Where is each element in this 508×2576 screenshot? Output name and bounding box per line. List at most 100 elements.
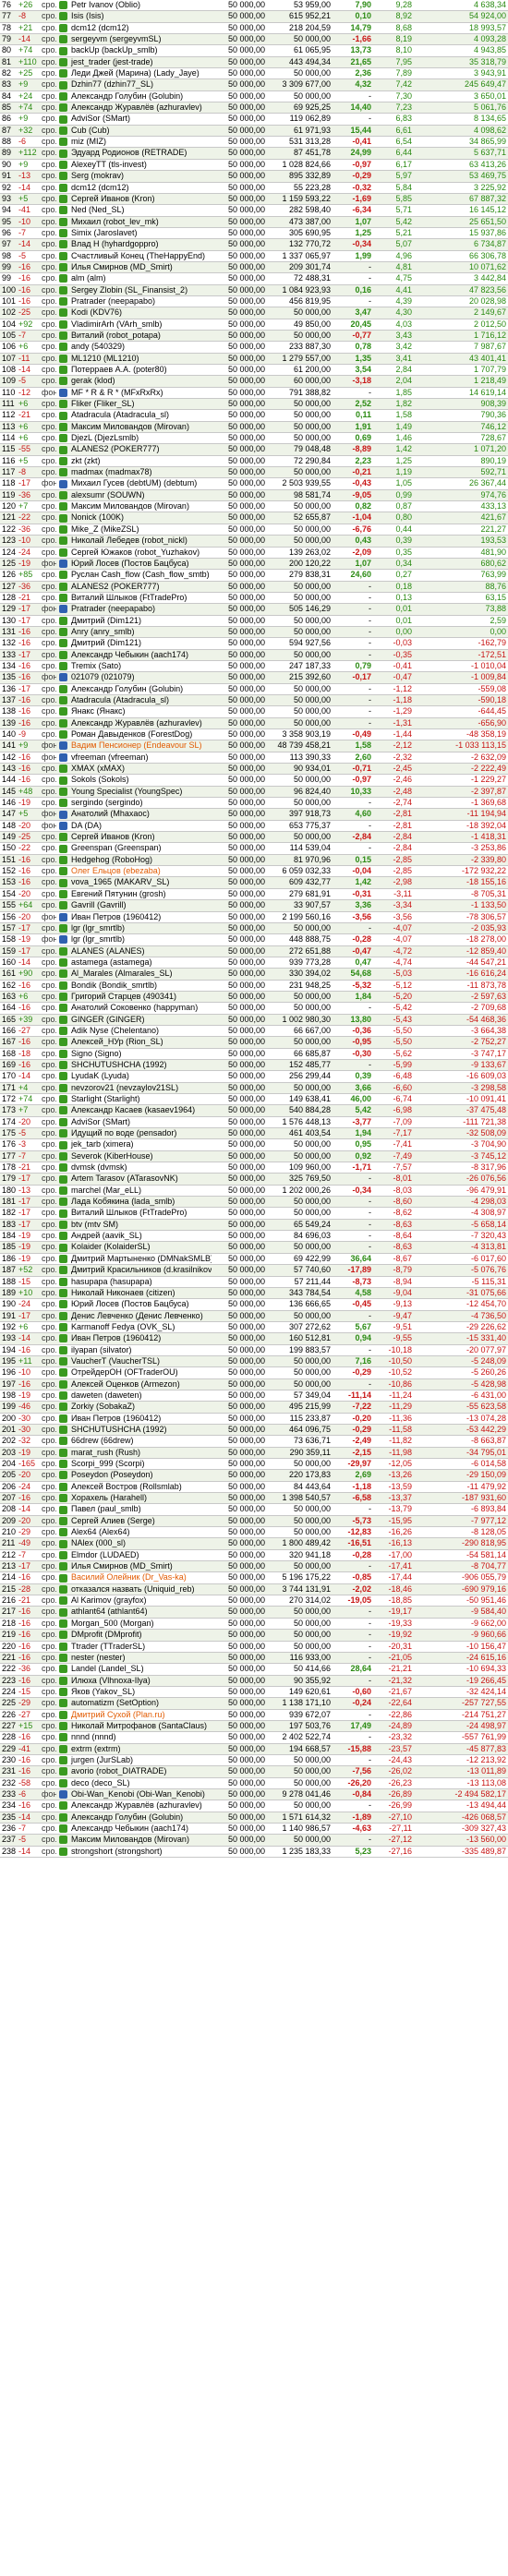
- strategy-name-link[interactable]: Максим Миловандов (Mirovan): [69, 1834, 212, 1847]
- strategy-name-link[interactable]: astamega (astamega): [69, 957, 212, 969]
- strategy-name-link[interactable]: Nonick (100K): [69, 512, 212, 524]
- strategy-name-link[interactable]: Fliker (Fliker_SL): [69, 398, 212, 411]
- strategy-name-link[interactable]: daweten (daweten): [69, 1390, 212, 1402]
- strategy-name-link[interactable]: Сергей Иванов (Kron): [69, 831, 212, 844]
- strategy-name-link[interactable]: avorio (robot_DIATRADE): [69, 1765, 212, 1778]
- strategy-name-link[interactable]: Artem Tarasov (ATarasovNK): [69, 1173, 212, 1186]
- strategy-name-link[interactable]: vfreeman (vfreeman): [69, 752, 212, 764]
- strategy-name-link[interactable]: marchel (Mar_eLL): [69, 1185, 212, 1198]
- strategy-name-link[interactable]: Анатолий Соковенко (happyman): [69, 1002, 212, 1015]
- strategy-name-link[interactable]: nester (nester): [69, 1652, 212, 1665]
- strategy-name-link[interactable]: Александр Журавлёв (azhuravlev): [69, 102, 212, 114]
- strategy-name-link[interactable]: ilyapan (silvator): [69, 1344, 212, 1356]
- strategy-name-link[interactable]: Александр Голубин (Golubin): [69, 683, 212, 695]
- strategy-name-link[interactable]: Григорий Старцев (490341): [69, 991, 212, 1004]
- strategy-name-link[interactable]: Дмитрий Сухой (Plan.ru): [69, 1709, 212, 1721]
- strategy-name-link[interactable]: Isis (Isis): [69, 10, 212, 23]
- strategy-name-link[interactable]: Дмитрий Мартыненко (DMNakSMLB): [69, 1253, 212, 1266]
- strategy-name-link[interactable]: dcm12 (dcm12): [69, 22, 212, 35]
- strategy-name-link[interactable]: strongshort (strongshort): [69, 1846, 212, 1859]
- strategy-name-link[interactable]: SHCHUTUSHCHA (1992): [69, 1424, 212, 1437]
- strategy-name-link[interactable]: extrm (extrm): [69, 1743, 212, 1755]
- strategy-name-link[interactable]: Simix (Jaroslavet): [69, 227, 212, 240]
- strategy-name-link[interactable]: madmax (madmax78): [69, 466, 212, 479]
- strategy-name-link[interactable]: sergeyvm (sergeyvmSL): [69, 33, 212, 46]
- strategy-name-link[interactable]: Bondik (Bondik_smrtlb): [69, 980, 212, 992]
- strategy-name-link[interactable]: Счастливый Конец (TheHappyEnd): [69, 250, 212, 262]
- strategy-name-link[interactable]: Павел (paul_smlb): [69, 1503, 212, 1516]
- strategy-name-link[interactable]: ОтрейдерОН (OFTraderOU): [69, 1366, 212, 1379]
- strategy-name-link[interactable]: Kolaider (KolaiderSL): [69, 1241, 212, 1254]
- strategy-name-link[interactable]: Олег Ельцов (ebezaba): [69, 865, 212, 878]
- strategy-name-link[interactable]: Евгений Пятунин (grosh): [69, 888, 212, 901]
- strategy-name-link[interactable]: jurgen (JurSLab): [69, 1754, 212, 1767]
- strategy-name-link[interactable]: Obi-Wan_Kenobi (Obi-Wan_Kenobi): [69, 1788, 212, 1801]
- strategy-name-link[interactable]: Dzhin77 (dzhin77_SL): [69, 78, 212, 91]
- strategy-name-link[interactable]: Young Specialist (YoungSpec): [69, 786, 212, 799]
- strategy-name-link[interactable]: Zorkiy (SobakaZ): [69, 1401, 212, 1414]
- strategy-name-link[interactable]: Александр Голубин (Golubin): [69, 90, 212, 103]
- strategy-name-link[interactable]: Юрий Лосев (Постов Бацбуса): [69, 558, 212, 571]
- strategy-name-link[interactable]: DA (DA): [69, 820, 212, 833]
- strategy-name-link[interactable]: Иван Петров (1960412): [69, 1413, 212, 1425]
- strategy-name-link[interactable]: Николай Лебедев (robot_nickl): [69, 535, 212, 548]
- strategy-name-link[interactable]: Илья Смирнов (MD_Smirt): [69, 1560, 212, 1573]
- strategy-name-link[interactable]: MF * R & R * (MFxRxRx): [69, 387, 212, 400]
- strategy-name-link[interactable]: Al_Marales (Almarales_SL): [69, 968, 212, 981]
- strategy-name-link[interactable]: dcm12 (dcm12): [69, 182, 212, 194]
- strategy-name-link[interactable]: lgr (lgr_smrtlb): [69, 933, 212, 946]
- strategy-name-link[interactable]: Ned (Ned_SL): [69, 204, 212, 217]
- strategy-name-link[interactable]: alm (alm): [69, 272, 212, 285]
- strategy-name-link[interactable]: Алексей Оценков (Armezon): [69, 1378, 212, 1390]
- strategy-name-link[interactable]: Илья Смирнов (MD_Smirt): [69, 261, 212, 274]
- strategy-name-link[interactable]: Алексей_НУр (Rion_SL): [69, 1036, 212, 1049]
- strategy-name-link[interactable]: Signo (Signo): [69, 1048, 212, 1060]
- strategy-name-link[interactable]: ML1210 (ML1210): [69, 353, 212, 366]
- strategy-name-link[interactable]: Severok (KiberHouse): [69, 1150, 212, 1163]
- strategy-name-link[interactable]: Александр Журавлёв (azhuravlev): [69, 717, 212, 730]
- strategy-name-link[interactable]: athlant64 (athlant64): [69, 1606, 212, 1619]
- strategy-name-link[interactable]: Karmanoff Fedya (OVK_SL): [69, 1321, 212, 1334]
- strategy-name-link[interactable]: Хорахель (Harahell): [69, 1492, 212, 1505]
- strategy-name-link[interactable]: Илюха (Vlhnoxa-Ilya): [69, 1675, 212, 1687]
- strategy-name-link[interactable]: Elmdor (LUDAED): [69, 1549, 212, 1562]
- strategy-name-link[interactable]: Adik Nyse (Chelentano): [69, 1025, 212, 1038]
- strategy-name-link[interactable]: Янакс (Янакс): [69, 705, 212, 718]
- strategy-name-link[interactable]: backUp (backUp_smlb): [69, 44, 212, 57]
- strategy-name-link[interactable]: Руслан Cash_flow (Cash_flow_smtb): [69, 569, 212, 582]
- strategy-name-link[interactable]: XMAX (xMAX): [69, 763, 212, 776]
- strategy-name-link[interactable]: Сергей Южаков (robot_Yuzhakov): [69, 547, 212, 559]
- strategy-name-link[interactable]: SHCHUTUSHCHA (1992): [69, 1059, 212, 1072]
- strategy-name-link[interactable]: vova_1965 (MAKARV_SL): [69, 876, 212, 889]
- strategy-name-link[interactable]: nevzorov21 (nevzaylov21SL): [69, 1082, 212, 1095]
- strategy-name-link[interactable]: Александр Журавлёв (azhuravlev): [69, 1800, 212, 1812]
- strategy-name-link[interactable]: Alex64 (Alex64): [69, 1526, 212, 1539]
- strategy-name-link[interactable]: Александр Чебыкин (aach174): [69, 1823, 212, 1836]
- strategy-name-link[interactable]: Роман Давыденков (ForestDog): [69, 728, 212, 741]
- strategy-name-link[interactable]: Hedgehog (RoboHog): [69, 854, 212, 867]
- strategy-name-link[interactable]: GINGER (GINGER): [69, 1014, 212, 1026]
- strategy-name-link[interactable]: Потерраев А.А. (poter80): [69, 364, 212, 377]
- strategy-name-link[interactable]: AlexeyTT (tls-invest): [69, 159, 212, 172]
- strategy-name-link[interactable]: Ttrader (TTraderSL): [69, 1641, 212, 1653]
- strategy-name-link[interactable]: Landel (Landel_SL): [69, 1663, 212, 1676]
- strategy-name-link[interactable]: Morgan_500 (Morgan): [69, 1618, 212, 1631]
- strategy-name-link[interactable]: jest_trader (jest-trade): [69, 56, 212, 69]
- strategy-name-link[interactable]: Леди Джей (Марина) (Lady_Jaye): [69, 67, 212, 80]
- strategy-name-link[interactable]: Дмитрий (Dim121): [69, 637, 212, 650]
- strategy-name-link[interactable]: jek_tarb (ximera): [69, 1138, 212, 1151]
- strategy-name-link[interactable]: Николай Митрофанов (SantaClaus): [69, 1720, 212, 1733]
- strategy-name-link[interactable]: ALANES2 (POKER777): [69, 581, 212, 593]
- strategy-name-link[interactable]: Al Karimov (grayfox): [69, 1595, 212, 1607]
- strategy-name-link[interactable]: Sergey Zlobin (SL_Finansist_2): [69, 284, 212, 296]
- strategy-name-link[interactable]: Anry (anry_smlb): [69, 626, 212, 639]
- strategy-name-link[interactable]: miz (MIZ): [69, 136, 212, 149]
- strategy-name-link[interactable]: Иван Петров (1960412): [69, 1332, 212, 1345]
- strategy-name-link[interactable]: Poseydon (Poseydon): [69, 1469, 212, 1482]
- strategy-name-link[interactable]: Михаил (robot_lev_mk): [69, 216, 212, 228]
- strategy-name-link[interactable]: btv (mtv SM): [69, 1219, 212, 1232]
- strategy-name-link[interactable]: Atadracula (Atadracula_sl): [69, 409, 212, 422]
- strategy-name-link[interactable]: Алексей Востров (Rollsmlab): [69, 1481, 212, 1494]
- strategy-name-link[interactable]: 021079 (021079): [69, 671, 212, 684]
- strategy-name-link[interactable]: ALANES2 (POKER777): [69, 443, 212, 456]
